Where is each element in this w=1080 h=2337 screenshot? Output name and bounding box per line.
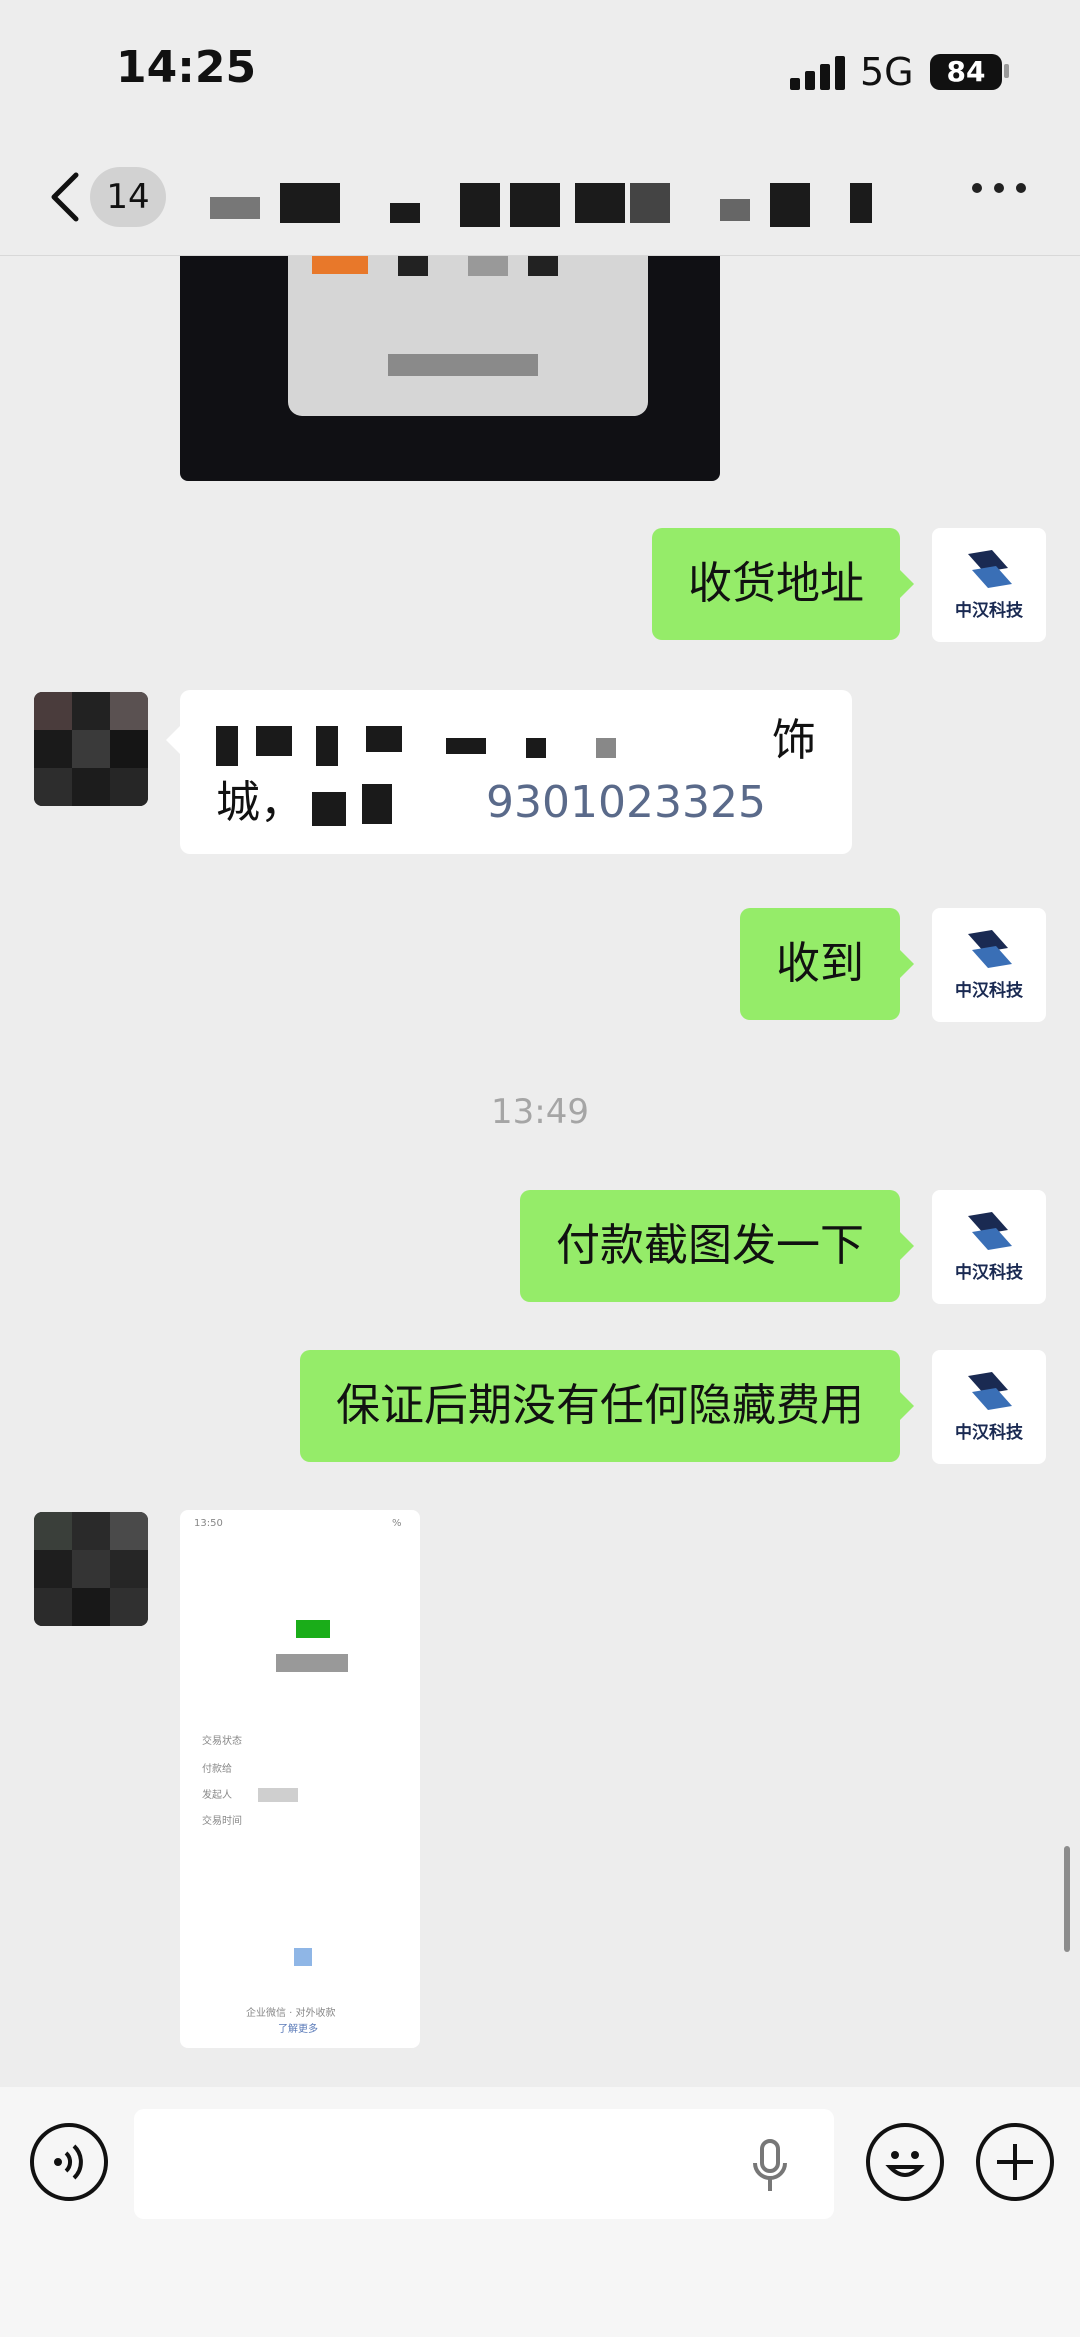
battery-tip [1004,64,1009,78]
self-avatar[interactable]: 中汉科技 [932,1350,1046,1464]
company-logo-icon [968,1372,1012,1410]
image-message[interactable] [180,256,720,481]
chat-title-redacted [210,183,900,235]
phone-number: 9301023325 [486,777,766,828]
microphone-icon[interactable] [750,2137,790,2195]
redacted-amount [276,1654,348,1672]
company-name: 中汉科技 [955,1263,1023,1283]
unread-count-badge[interactable]: 14 [90,167,166,227]
status-bar: 14:25 5G 84 [0,0,1080,145]
back-icon[interactable] [46,167,86,227]
emoji-icon[interactable] [866,2123,944,2201]
message-bubble-outgoing[interactable]: 付款截图发一下 [520,1190,914,1302]
time-divider: 13:49 [491,1092,589,1132]
address-text: 城， [216,777,304,828]
company-name: 中汉科技 [955,1423,1023,1443]
screenshot-label: 付款给 [202,1764,232,1775]
more-options-icon[interactable] [972,183,1032,207]
message-bubble-outgoing[interactable]: 保证后期没有任何隐藏费用 [300,1350,914,1462]
company-logo-icon [968,550,1012,588]
screenshot-label: 发起人 [202,1790,232,1801]
contact-avatar[interactable] [34,692,148,806]
company-name: 中汉科技 [955,601,1023,621]
network-type: 5G [860,50,914,94]
payment-success-mark [296,1620,330,1638]
screenshot-battery: % [392,1518,402,1529]
address-line-1: 饰 [216,710,816,772]
company-logo-icon [968,1212,1012,1250]
message-list[interactable]: 收货地址 中汉科技 饰 城， 9301023325 收到 中汉科技 13:49 … [0,256,1080,2086]
card-photo-content [288,256,648,416]
screenshot-label: 交易状态 [202,1736,242,1747]
self-avatar[interactable]: 中汉科技 [932,908,1046,1022]
message-input[interactable] [134,2109,834,2219]
chat-header: 14 [0,145,1080,256]
voice-toggle-icon[interactable] [30,2123,108,2201]
add-icon[interactable] [976,2123,1054,2201]
self-avatar[interactable]: 中汉科技 [932,528,1046,642]
self-avatar[interactable]: 中汉科技 [932,1190,1046,1304]
screenshot-label: 交易时间 [202,1816,242,1827]
contact-avatar[interactable] [34,1512,148,1626]
screenshot-time: 13:50 [194,1518,223,1529]
scroll-indicator[interactable] [1064,1846,1070,1952]
message-bubble-incoming[interactable]: 饰 城， 9301023325 [166,690,852,854]
redacted-field [294,1948,312,1966]
message-bubble-outgoing[interactable]: 收货地址 [652,528,914,640]
status-time: 14:25 [116,42,257,93]
screenshot-footer: 企业微信 · 对外收款 [246,2008,336,2019]
company-name: 中汉科技 [955,981,1023,1001]
redacted-field [258,1788,298,1802]
battery-icon: 84 [930,54,1002,90]
message-bubble-outgoing[interactable]: 收到 [740,908,914,1020]
payment-screenshot-image[interactable]: 13:50 % 交易状态 付款给 发起人 交易时间 企业微信 · 对外收款 了解… [180,1510,420,2048]
company-logo-icon [968,930,1012,968]
signal-icon [790,56,846,90]
input-bar [0,2087,1080,2337]
address-line-2: 城， 9301023325 [216,772,816,834]
screenshot-more-link: 了解更多 [278,2024,318,2035]
